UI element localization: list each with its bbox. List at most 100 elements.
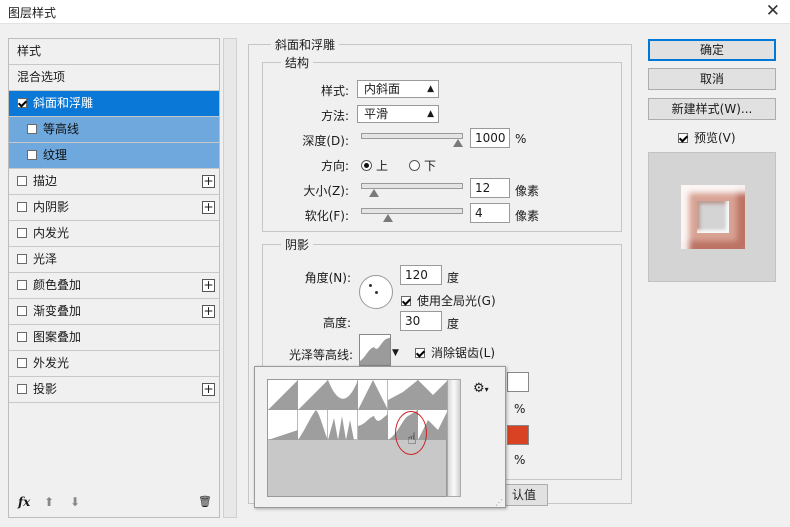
add-effect-icon[interactable]: + (202, 279, 215, 292)
contour-dropdown-icon[interactable]: ▼ (392, 348, 399, 358)
soften-input[interactable]: 4 (470, 203, 510, 223)
sidebar-item[interactable]: 斜面和浮雕 (9, 91, 219, 117)
contour-preset-cell[interactable] (268, 380, 298, 410)
gloss-contour-swatch[interactable] (359, 334, 391, 366)
add-effect-icon[interactable]: + (202, 383, 215, 396)
size-slider-thumb[interactable] (369, 189, 379, 197)
sidebar-item-label: 渐变叠加 (33, 304, 82, 318)
contour-preset-cell[interactable] (358, 380, 388, 410)
contour-preset-cell[interactable] (298, 380, 328, 410)
preview-thumbnail (648, 152, 776, 282)
sidebar-item[interactable]: 内发光 (9, 221, 219, 247)
layer-style-dialog: 样式 混合选项斜面和浮雕等高线 纹理 描边 + 内阴影 + 内发光光泽 颜色叠加 + 渐变叠加 + 图案… (0, 24, 790, 527)
ok-button[interactable]: 确定 (648, 39, 776, 61)
add-effect-icon[interactable]: + (202, 175, 215, 188)
angle-dial-dot (375, 291, 378, 294)
sidebar-item[interactable]: 外发光 (9, 351, 219, 377)
ok-label: 确定 (699, 43, 724, 57)
contour-picker-popup: ⚙▾ ☝ ⋰ (254, 366, 506, 508)
checkbox-empty-icon[interactable] (17, 332, 27, 342)
direction-down-radio[interactable]: 下 (409, 157, 436, 174)
cancel-button[interactable]: 取消 (648, 68, 776, 90)
contour-preset-cell[interactable] (268, 410, 298, 440)
global-light-label: 使用全局光(G) (417, 294, 496, 308)
sidebar-item-label: 斜面和浮雕 (33, 96, 94, 110)
shadow-color-swatch[interactable] (507, 425, 529, 445)
checkbox-empty-icon[interactable] (27, 124, 37, 134)
antialias-label: 消除锯齿(L) (431, 346, 496, 360)
sidebar-item[interactable]: 图案叠加 (9, 325, 219, 351)
size-input[interactable]: 12 (470, 178, 510, 198)
sidebar-item-label: 图案叠加 (33, 330, 82, 344)
contour-preset-icon (328, 416, 354, 440)
move-up-icon[interactable]: ⬆ (44, 495, 54, 509)
radio-selected-icon (361, 160, 372, 171)
checkbox-checked-icon[interactable] (17, 98, 27, 108)
add-effect-icon[interactable]: + (202, 305, 215, 318)
style-list-scrollbar[interactable] (223, 38, 237, 518)
contour-preset-icon (328, 380, 358, 410)
style-list-toolbar: fx ⬆ ⬇ 🗑 (8, 492, 220, 518)
contour-preset-icon (418, 380, 448, 410)
size-label: 大小(Z): (303, 184, 349, 198)
fx-icon[interactable]: fx (18, 495, 30, 509)
direction-up-radio[interactable]: 上 (361, 157, 388, 174)
sidebar-item-label: 内发光 (33, 226, 70, 240)
sidebar-item[interactable]: 描边 + (9, 169, 219, 195)
new-style-button[interactable]: 新建样式(W)... (648, 98, 776, 120)
sidebar-item[interactable]: 内阴影 + (9, 195, 219, 221)
angle-input[interactable]: 120 (400, 265, 442, 285)
sidebar-item[interactable]: 样式 (9, 39, 219, 65)
contour-preset-cell[interactable] (418, 380, 448, 410)
checkbox-empty-icon[interactable] (27, 150, 37, 160)
checkbox-empty-icon[interactable] (17, 384, 27, 394)
soften-label: 软化(F): (304, 209, 349, 223)
checkbox-empty-icon[interactable] (17, 358, 27, 368)
altitude-input[interactable]: 30 (400, 311, 442, 331)
sidebar-item[interactable]: 纹理 (9, 143, 219, 169)
global-light-checkbox[interactable]: 使用全局光(G) (401, 292, 496, 309)
depth-input[interactable]: 1000 (470, 128, 510, 148)
sidebar-item[interactable]: 投影 + (9, 377, 219, 403)
sidebar-item[interactable]: 等高线 (9, 117, 219, 143)
checkbox-empty-icon[interactable] (17, 202, 27, 212)
contour-preset-cell[interactable] (388, 380, 418, 410)
trash-icon[interactable]: 🗑 (198, 495, 212, 508)
method-select[interactable]: 平滑 ▲ (357, 105, 439, 123)
sidebar-item[interactable]: 颜色叠加 + (9, 273, 219, 299)
checkbox-empty-icon[interactable] (17, 306, 27, 316)
resize-grip-icon[interactable]: ⋰ (495, 498, 503, 507)
sidebar-item[interactable]: 混合选项 (9, 65, 219, 91)
preview-label: 预览(V) (694, 131, 736, 145)
checkbox-empty-icon[interactable] (17, 228, 27, 238)
contour-preset-cell[interactable] (328, 380, 358, 410)
add-effect-icon[interactable]: + (202, 201, 215, 214)
style-select[interactable]: 内斜面 ▲ (357, 80, 439, 98)
checkbox-empty-icon[interactable] (17, 176, 27, 186)
preview-checkbox[interactable]: 预览(V) (678, 129, 736, 146)
contour-preset-cell[interactable] (298, 410, 328, 440)
checkbox-empty-icon[interactable] (17, 280, 27, 290)
close-icon[interactable]: ✕ (766, 1, 780, 21)
antialias-checkbox[interactable]: 消除锯齿(L) (415, 344, 495, 361)
sidebar-item[interactable]: 光泽 (9, 247, 219, 273)
reset-default-button[interactable]: 认值 (500, 484, 548, 506)
sidebar-item[interactable]: 渐变叠加 + (9, 299, 219, 325)
depth-slider-thumb[interactable] (453, 139, 463, 147)
angle-dial[interactable] (359, 275, 393, 309)
contour-preset-cell[interactable] (328, 410, 358, 440)
contour-preset-cell[interactable] (358, 410, 388, 440)
preview-square (681, 185, 745, 249)
contour-picker-scrollbar[interactable] (447, 379, 461, 497)
soften-slider[interactable] (361, 208, 463, 214)
depth-slider[interactable] (361, 133, 463, 139)
soften-slider-thumb[interactable] (383, 214, 393, 222)
move-down-icon[interactable]: ⬇ (70, 495, 80, 509)
contour-preset-icon (268, 430, 298, 440)
highlight-color-swatch[interactable] (507, 372, 529, 392)
checkbox-checked-icon (678, 133, 688, 143)
checkbox-empty-icon[interactable] (17, 254, 27, 264)
contour-preset-icon (298, 410, 328, 440)
gear-icon[interactable]: ⚙▾ (473, 381, 489, 396)
cancel-label: 取消 (699, 72, 724, 86)
